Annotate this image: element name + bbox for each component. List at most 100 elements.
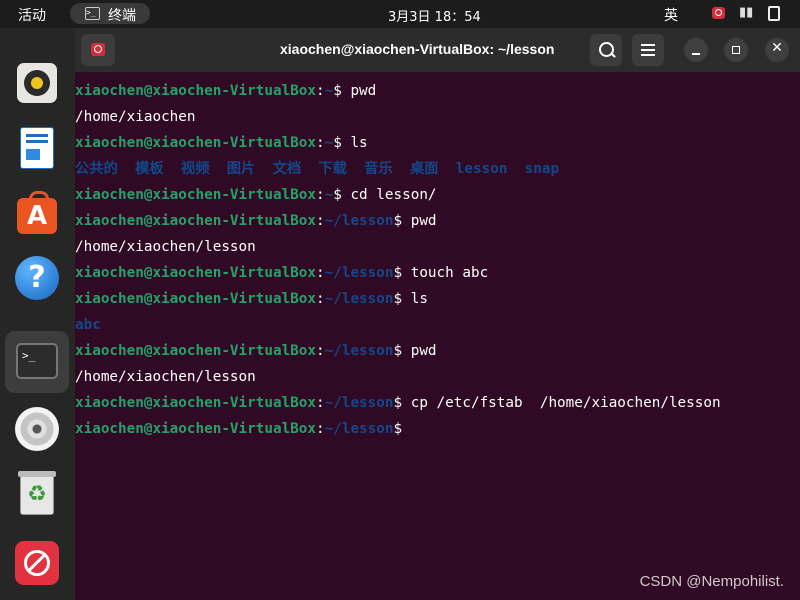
document-picture [26,149,40,160]
terminal-mini-icon: >_ [85,7,100,20]
maximize-button[interactable] [724,38,748,62]
terminal-output[interactable]: xiaochen@xiaochen-VirtualBox:~$ pwd/home… [75,72,800,600]
blocked-app-icon[interactable] [14,540,60,586]
watermark: CSDN @Nempohilist. [639,573,784,590]
prompt-path: ~ [324,135,334,151]
prompt-path: ~/lesson [324,213,394,229]
prompt-user-host: xiaochen@xiaochen-VirtualBox [75,343,317,359]
hamburger-menu-button[interactable] [632,34,664,66]
terminal-dock-icon[interactable]: >_ [5,331,69,393]
screen-record-icon[interactable] [712,7,725,19]
output-text: /home/xiaochen [75,109,196,125]
prompt-line: xiaochen@xiaochen-VirtualBox:~/lesson$ t… [75,265,489,281]
command-text: cp /etc/fstab /home/xiaochen/lesson [410,395,721,411]
close-button[interactable]: ✕ [765,38,789,62]
prompt-user-host: xiaochen@xiaochen-VirtualBox [75,83,317,99]
terminal-glyph: >_ [16,343,58,379]
recycle-glyph: ♻ [20,475,54,515]
new-tab-button[interactable] [81,34,115,66]
app-menu-button[interactable]: >_ 终端 [70,3,150,24]
directory-entry: lesson [455,161,508,177]
output-text: /home/xiaochen/lesson [75,369,256,385]
command-text: ls [410,291,428,307]
directory-entry: 文档 [272,161,302,177]
document-page [20,127,54,169]
top-bar: 活动 >_ 终端 3月3日 18：54 英 ▮▮ [0,0,800,28]
menu-icon-bar [641,54,655,56]
minimize-button[interactable] [684,38,708,62]
command-text: ls [350,135,368,151]
command-text: cd lesson/ [350,187,437,203]
close-icon: ✕ [771,40,783,56]
document-line [26,134,48,137]
new-tab-icon [91,43,105,56]
menu-icon-bar [641,44,655,46]
volume-icon[interactable]: ▮▮ [739,5,753,20]
dvd-disc [15,407,59,451]
directory-entry: 下载 [318,161,347,177]
output-line: /home/xiaochen [75,104,196,130]
prompt-path: ~/lesson [324,265,394,281]
prompt-line: xiaochen@xiaochen-VirtualBox:~$ ls [75,135,368,151]
bag-letter: A [17,198,57,234]
speaker-case [17,63,57,103]
prompt-user-host: xiaochen@xiaochen-VirtualBox [75,187,317,203]
prompt-user-host: xiaochen@xiaochen-VirtualBox [75,135,317,151]
prompt-line: xiaochen@xiaochen-VirtualBox:~/lesson$ p… [75,343,437,359]
prompt-user-host: xiaochen@xiaochen-VirtualBox [75,213,317,229]
speaker-hub [31,77,43,89]
prompt-path: ~ [324,83,334,99]
prompt-path: ~/lesson [324,291,394,307]
directory-entry: 音乐 [364,161,393,177]
file-entry: abc [75,317,101,333]
prompt-line: xiaochen@xiaochen-VirtualBox:~/lesson$ c… [75,395,721,411]
file-listing: abc [75,312,101,338]
directory-entry: 图片 [226,161,256,177]
app-menu-label: 终端 [108,8,136,24]
command-text: touch abc [410,265,489,281]
prompt-line: xiaochen@xiaochen-VirtualBox:~/lesson$ l… [75,291,428,307]
trash-icon[interactable]: ♻ [14,471,60,517]
help-icon[interactable]: ? [14,255,60,301]
input-method-indicator[interactable]: 英 [664,5,678,25]
blocked-app-tile [15,541,59,585]
clock[interactable]: 3月3日 18：54 [388,6,481,25]
output-line: /home/xiaochen/lesson [75,234,256,260]
prompt-line: xiaochen@xiaochen-VirtualBox:~/lesson$ [75,421,411,437]
directory-entry: 模板 [135,161,164,177]
directory-listing: 公共的 模板 视频 图片 文档 下载 音乐 桌面 lesson snap [75,156,559,182]
help-glyph: ? [15,256,59,300]
search-button[interactable] [590,34,622,66]
trash-lid [18,471,56,477]
command-text: pwd [410,213,437,229]
prompt-line: xiaochen@xiaochen-VirtualBox:~$ cd lesso… [75,187,437,203]
prompt-user-host: xiaochen@xiaochen-VirtualBox [75,395,317,411]
prompt-path: ~/lesson [324,395,394,411]
rhythmbox-icon[interactable] [14,60,60,106]
directory-entry: 视频 [180,161,210,177]
output-line: /home/xiaochen/lesson [75,364,256,390]
output-text: /home/xiaochen/lesson [75,239,256,255]
directory-entry: snap [524,161,560,177]
directory-entry: 桌面 [409,161,439,177]
prompt-line: xiaochen@xiaochen-VirtualBox:~$ pwd [75,83,377,99]
prompt-user-host: xiaochen@xiaochen-VirtualBox [75,265,317,281]
prompt-path: ~ [324,187,334,203]
dvd-icon[interactable] [14,406,60,452]
menu-icon-bar [641,49,655,51]
libreoffice-writer-icon[interactable] [14,125,60,171]
window-title: xiaochen@xiaochen-VirtualBox: ~/lesson [280,41,555,57]
minimize-icon [692,53,700,55]
speaker-disc [24,70,50,96]
directory-entry: 公共的 [75,161,118,177]
search-icon-handle [610,52,616,58]
prompt-user-host: xiaochen@xiaochen-VirtualBox [75,421,317,437]
command-text: pwd [410,343,437,359]
command-text: pwd [350,83,377,99]
activities-button[interactable]: 活动 [18,5,46,25]
ubuntu-software-icon[interactable]: A [14,190,60,236]
prompt-path: ~/lesson [324,421,394,437]
dock: A ? >_ ♻ [0,28,75,600]
document-line [26,140,48,143]
battery-icon[interactable] [768,6,780,21]
